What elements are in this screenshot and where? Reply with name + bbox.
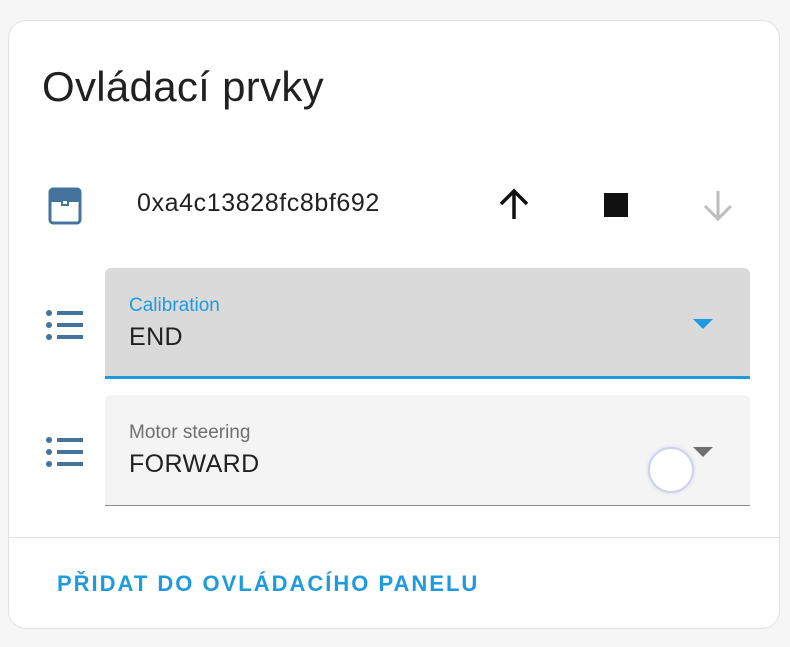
open-button[interactable]	[486, 177, 542, 233]
motor-steering-value: FORWARD	[129, 450, 260, 478]
dropdown-arrow-icon[interactable]	[693, 447, 713, 457]
motor-steering-label: Motor steering	[129, 422, 251, 443]
arrow-down-icon	[703, 191, 733, 222]
calibration-select[interactable]: Calibration END	[105, 268, 750, 379]
stop-square-icon	[604, 193, 628, 217]
focus-ripple	[648, 447, 694, 493]
blind-cover-icon[interactable]	[47, 186, 83, 231]
entity-name[interactable]: 0xa4c13828fc8bf692	[137, 189, 380, 218]
calibration-value: END	[129, 323, 183, 351]
add-to-dashboard-button[interactable]: PŘIDAT DO OVLÁDACÍHO PANELU	[57, 571, 479, 597]
calibration-label: Calibration	[129, 295, 220, 316]
close-button[interactable]	[690, 177, 746, 233]
controls-card: Ovládací prvky 0xa4c13828fc8bf692 Calibr…	[8, 20, 780, 629]
format-list-bulleted-icon	[45, 309, 83, 346]
stop-button[interactable]	[588, 177, 644, 233]
format-list-bulleted-icon	[45, 436, 83, 473]
motor-steering-select[interactable]: Motor steering FORWARD	[105, 395, 750, 506]
arrow-up-icon	[499, 188, 529, 219]
card-divider	[9, 537, 779, 538]
card-title: Ovládací prvky	[42, 63, 324, 110]
dropdown-arrow-icon[interactable]	[693, 319, 713, 329]
